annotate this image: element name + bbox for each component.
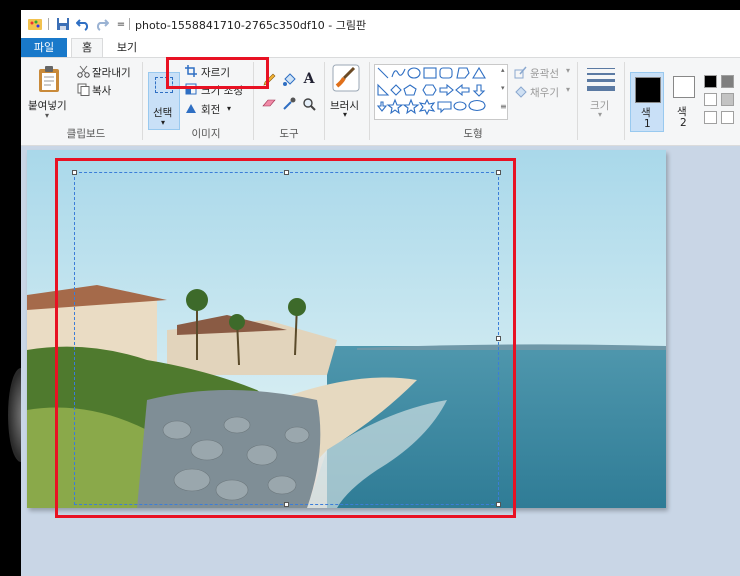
ribbon-tab-row: 파일 홈 보기 [21,38,740,58]
shapes-more-icon[interactable]: ≡ [500,102,507,111]
rotate-icon[interactable] [184,101,198,115]
tab-view[interactable]: 보기 [109,38,145,58]
fill-bucket-icon[interactable] [281,72,297,88]
shapes-gallery[interactable] [374,64,508,120]
group-separator [142,62,143,140]
selection-highlight-box [55,158,516,518]
cut-button[interactable]: 잘라내기 [92,65,131,80]
fill-button[interactable]: 채우기 [530,85,559,100]
paste-icon[interactable] [35,64,63,94]
outline-button[interactable]: 윤곽선 [530,66,559,81]
title-bar: = photo-1558841710-2765c350df10 - 그림판 [21,10,740,38]
cut-icon[interactable] [76,64,90,78]
image-group-label: 이미지 [191,128,221,140]
size-icon[interactable] [587,66,615,92]
color2-swatch[interactable] [673,76,695,98]
save-icon[interactable] [55,16,71,32]
magnifier-icon[interactable] [301,96,317,112]
copy-icon[interactable] [76,82,90,96]
palette-color-gray[interactable] [721,75,734,88]
color1-swatch [635,77,661,103]
desktop-background [0,0,21,576]
fill-dropdown-icon[interactable]: ▾ [566,85,570,94]
color-picker-icon[interactable] [281,96,297,112]
palette-color-black[interactable] [704,75,717,88]
text-tool-icon[interactable]: A [301,71,317,87]
paint-app-icon[interactable] [27,16,43,32]
qat-separator [48,18,49,30]
size-dropdown-icon[interactable]: ▾ [598,110,602,119]
select-dropdown-icon: ▾ [161,118,166,127]
eraser-icon[interactable] [261,96,277,112]
shapes-scroll-down-icon[interactable]: ▾ [501,84,505,92]
window-title: photo-1558841710-2765c350df10 - 그림판 [135,19,367,32]
palette-color-white[interactable] [704,93,717,106]
shapes-scroll-up-icon[interactable]: ▴ [501,66,505,74]
group-separator [324,62,325,140]
copy-button[interactable]: 복사 [92,83,111,98]
brushes-dropdown-icon[interactable]: ▾ [343,110,347,119]
redo-icon[interactable] [94,16,110,32]
group-separator [369,62,370,140]
tab-home[interactable]: 홈 [71,38,103,58]
tab-file[interactable]: 파일 [21,38,67,58]
tools-group-label: 도구 [279,128,299,140]
palette-color-light-gray[interactable] [721,93,734,106]
title-separator [129,18,130,30]
customize-qat-icon[interactable]: = [113,16,129,32]
paste-dropdown-icon[interactable]: ▾ [45,111,49,120]
clipboard-group-label: 클립보드 [66,128,106,140]
outline-dropdown-icon[interactable]: ▾ [566,66,570,75]
outline-icon[interactable] [513,65,527,79]
color1-number: 1 [644,118,651,130]
fill-icon[interactable] [513,84,527,98]
undo-icon[interactable] [75,16,91,32]
rotate-dropdown-icon[interactable]: ▾ [227,104,231,113]
group-separator [624,62,625,140]
crop-highlight-box [166,57,269,89]
rotate-button[interactable]: 회전 [201,102,220,117]
group-separator [577,62,578,140]
shapes-group-label: 도형 [463,128,483,140]
brushes-icon[interactable] [331,64,361,92]
color2-number: 2 [680,117,687,129]
palette-color-custom-1[interactable] [704,111,717,124]
ribbon: 붙여넣기 ▾ 잘라내기 복사 클립보드 선택 ▾ 자르기 크기 조정 회전 ▾ [21,57,740,146]
palette-color-custom-2[interactable] [721,111,734,124]
color1-button[interactable]: 색 1 [630,72,664,132]
